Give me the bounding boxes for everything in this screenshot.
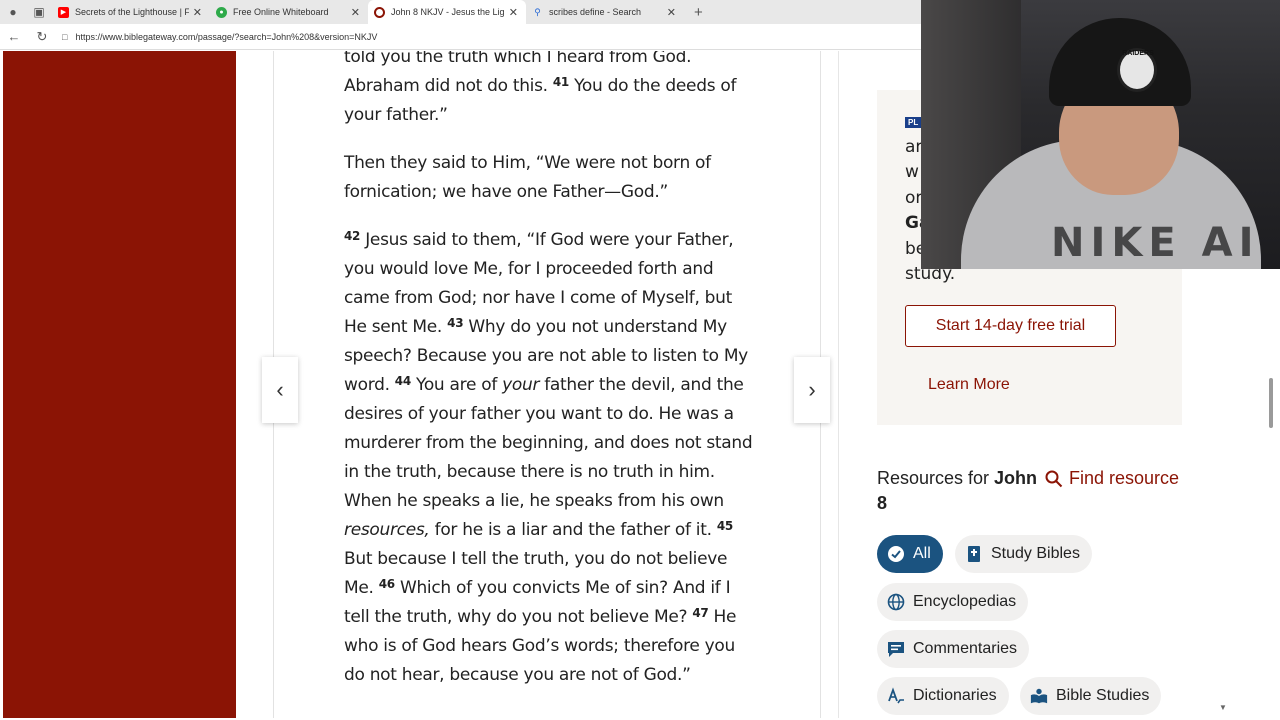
biblegateway-favicon-icon <box>374 6 385 18</box>
verse-number: 45 <box>716 519 733 533</box>
start-free-trial-button[interactable]: Start 14-day free trial <box>905 305 1116 347</box>
check-circle-icon <box>887 545 905 563</box>
find-resource-label: Find resource <box>1069 468 1180 488</box>
book-open-icon <box>1030 687 1048 705</box>
plus-badge: PL <box>905 117 922 128</box>
passage-text-span: father the devil, and the desires of you… <box>344 375 753 511</box>
youtube-favicon-icon: ▶ <box>58 6 69 18</box>
reload-icon[interactable]: ↻ <box>28 29 56 45</box>
lock-icon: □ <box>62 31 68 42</box>
verse-number: 44 <box>394 374 411 388</box>
url-text: https://www.biblegateway.com/passage/?se… <box>75 31 378 42</box>
previous-chapter-button[interactable]: ‹ <box>262 357 298 423</box>
passage-paragraph: Then they said to Him, “We were not born… <box>344 153 711 202</box>
verse-number: 41 <box>552 75 569 89</box>
filter-label: Bible Studies <box>1056 687 1150 704</box>
learn-more-link[interactable]: Learn More <box>928 376 1010 394</box>
chevron-right-icon: › <box>808 377 816 402</box>
chevron-left-icon: ‹ <box>276 377 284 402</box>
passage-text-span: Which of you convicts Me of sin? And if … <box>344 578 731 627</box>
passage-paragraph: told you the truth which I heard from Go… <box>344 51 754 130</box>
resources-heading-prefix: Resources for <box>877 468 995 488</box>
back-arrow-icon[interactable]: ← <box>0 29 28 44</box>
passage-text: told you the truth which I heard from Go… <box>344 51 754 709</box>
browser-tab[interactable]: ● Free Online Whiteboard ✕ <box>210 0 368 24</box>
promo-text: or <box>905 188 923 208</box>
globe-icon <box>887 593 905 611</box>
passage-text-span: Abraham did not do this. <box>344 76 553 96</box>
search-icon <box>1045 470 1063 487</box>
filter-study-bibles-button[interactable]: Study Bibles <box>955 535 1092 573</box>
resources-heading: Resources for John 8 Find resource <box>877 466 1187 516</box>
filter-label: Commentaries <box>913 640 1018 657</box>
browser-tab[interactable]: ⚲ scribes define - Search ✕ <box>526 0 684 24</box>
browser-tab-active[interactable]: John 8 NKJV - Jesus the Light of t ✕ <box>368 0 526 24</box>
passage-text-span: for he is a liar and the father of it. <box>429 520 717 540</box>
resources-heading-book: John <box>994 468 1038 488</box>
tab-title: John 8 NKJV - Jesus the Light of t <box>391 7 505 17</box>
promo-text: ar <box>905 137 923 157</box>
tab-title: scribes define - Search <box>549 7 642 17</box>
filter-label: Dictionaries <box>913 687 997 704</box>
verse-number: 46 <box>378 577 395 591</box>
close-tab-icon[interactable]: ✕ <box>509 6 518 19</box>
passage-paragraph: 42 Jesus said to them, “If God were your… <box>344 226 754 690</box>
verse-number: 47 <box>692 606 709 620</box>
close-tab-icon[interactable]: ✕ <box>193 6 202 19</box>
filter-dictionaries-button[interactable]: Dictionaries <box>877 677 1009 715</box>
hoodie-lettering: NIKE AI <box>1051 220 1260 266</box>
filter-label: Study Bibles <box>991 545 1080 562</box>
browser-tab[interactable]: ▶ Secrets of the Lighthouse | FLASH ✕ <box>52 0 210 24</box>
passage-italic: your <box>502 375 540 395</box>
tab-title: Secrets of the Lighthouse | FLASH <box>75 7 189 17</box>
filter-label: All <box>913 545 931 562</box>
scroll-down-arrow-icon[interactable]: ▼ <box>1219 703 1227 712</box>
passage-text-span: You are of <box>410 375 503 395</box>
new-tab-icon[interactable]: + <box>684 4 713 21</box>
filter-commentaries-button[interactable]: Commentaries <box>877 630 1030 668</box>
search-favicon-icon: ⚲ <box>534 6 541 17</box>
resources-heading-chapter: 8 <box>877 493 888 513</box>
url-field[interactable]: □ https://www.biblegateway.com/passage/?… <box>62 32 377 42</box>
book-icon <box>965 545 983 563</box>
find-resource-link[interactable]: Find resource <box>1045 466 1179 491</box>
whiteboard-favicon-icon: ● <box>216 6 227 18</box>
filter-encyclopedias-button[interactable]: Encyclopedias <box>877 583 1029 621</box>
webcam-overlay: RAIDERS NIKE AI <box>921 0 1280 269</box>
next-chapter-button[interactable]: › <box>794 357 830 423</box>
filter-bible-studies-button[interactable]: Bible Studies <box>1020 677 1162 715</box>
close-tab-icon[interactable]: ✕ <box>351 6 360 19</box>
page-scrollbar-thumb[interactable] <box>1269 378 1273 428</box>
tab-title: Free Online Whiteboard <box>233 7 329 17</box>
tab-actions-icon[interactable]: ▣ <box>26 0 52 24</box>
comment-icon <box>887 640 905 658</box>
passage-reader: told you the truth which I heard from Go… <box>273 51 821 718</box>
left-brand-panel <box>3 51 236 718</box>
promo-text: w <box>905 162 919 182</box>
profile-icon[interactable]: ● <box>0 0 26 24</box>
filter-all-button[interactable]: All <box>877 535 943 573</box>
filter-label: Encyclopedias <box>913 593 1017 610</box>
cap-logo-text: RAIDERS <box>1122 50 1154 57</box>
passage-italic: resources, <box>344 520 430 540</box>
dictionary-icon <box>887 687 905 705</box>
verse-number: 43 <box>447 316 464 330</box>
passage-text-span: told you the truth which I heard from Go… <box>344 51 692 67</box>
verse-number: 42 <box>344 229 361 243</box>
close-tab-icon[interactable]: ✕ <box>667 6 676 19</box>
